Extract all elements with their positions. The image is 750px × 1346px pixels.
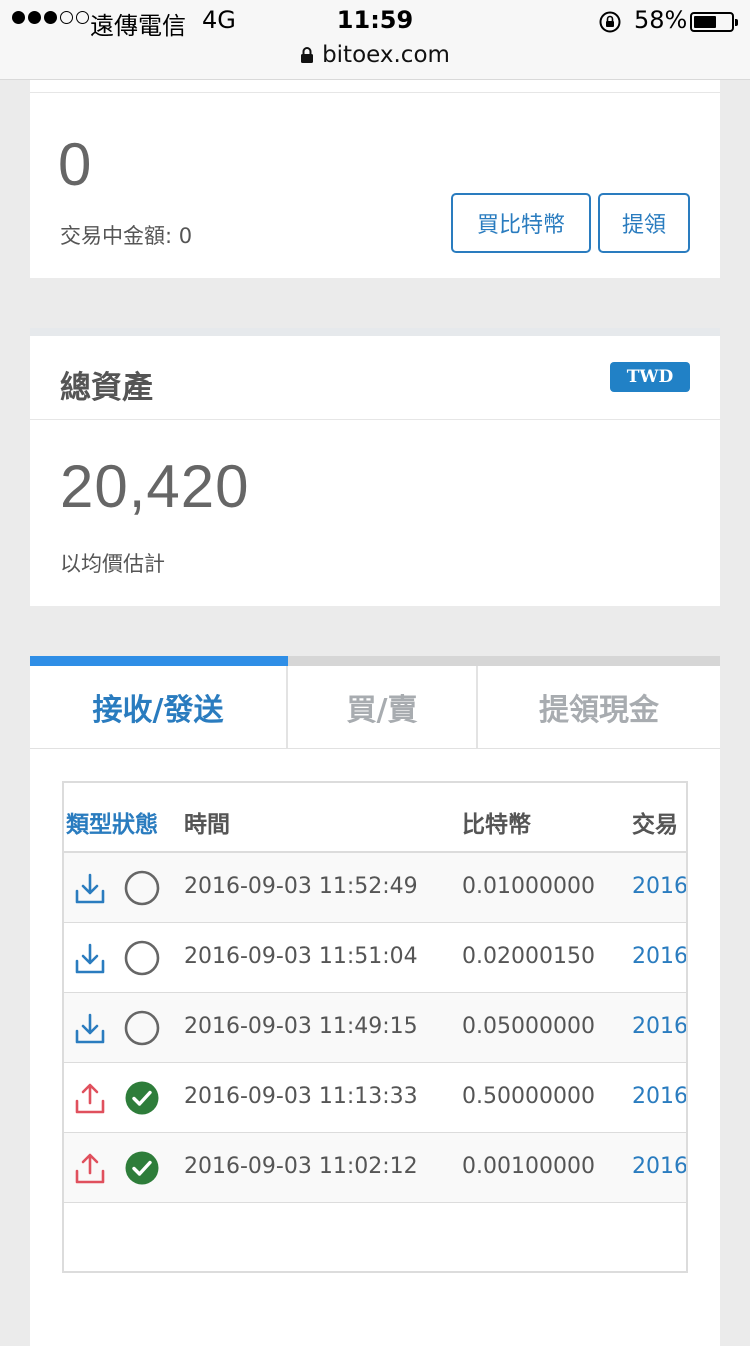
row-time: 2016-09-03 11:49:15 — [184, 1014, 418, 1039]
row-transaction-link[interactable]: 2016 — [632, 1154, 686, 1179]
estimate-note: 以均價估計 — [60, 552, 165, 576]
in-trade-amount: 交易中金額: 0 — [60, 224, 193, 248]
table-row[interactable]: 2016-09-03 11:51:04 0.02000150 2016 — [64, 923, 686, 993]
row-btc-amount: 0.00100000 — [462, 1154, 595, 1179]
tab-indicator-track — [288, 656, 720, 666]
check-circle-icon — [124, 1080, 160, 1116]
tab-buy-sell[interactable]: 買/賣 — [288, 666, 478, 748]
table-row[interactable]: 2016-09-03 11:02:12 0.00100000 2016 — [64, 1133, 686, 1203]
table-row[interactable]: 2016-09-03 11:52:49 0.01000000 2016 — [64, 853, 686, 923]
rotation-lock-icon — [599, 11, 621, 33]
balance-card: 0 交易中金額: 0 買比特幣 提領 — [30, 80, 720, 278]
address-bar[interactable]: bitoex.com — [0, 40, 750, 70]
header-type-status[interactable]: 類型狀態 — [66, 805, 158, 839]
download-tray-icon — [72, 871, 108, 907]
battery-icon — [690, 12, 738, 32]
row-transaction-link[interactable]: 2016 — [632, 1014, 686, 1039]
currency-badge: TWD — [610, 362, 690, 392]
row-btc-amount: 0.50000000 — [462, 1084, 595, 1109]
tab-withdraw-cash[interactable]: 提領現金 — [478, 666, 720, 748]
check-circle-icon — [124, 1150, 160, 1186]
status-bar: 遠傳電信 4G 11:59 58% bitoex.com — [0, 0, 750, 80]
header-btc: 比特幣 — [462, 812, 531, 838]
total-assets-title: 總資產 — [60, 370, 153, 406]
download-tray-icon — [72, 1011, 108, 1047]
transactions-table[interactable]: 類型狀態 時間 比特幣 交易 2016-09-03 11:52:49 0.0100… — [62, 781, 688, 1273]
table-row[interactable]: 2016-09-03 11:49:15 0.05000000 2016 — [64, 993, 686, 1063]
withdraw-button[interactable]: 提領 — [598, 193, 690, 253]
row-time: 2016-09-03 11:13:33 — [184, 1084, 418, 1109]
transactions-card: 接收/發送 買/賣 提領現金 類型狀態 時間 比特幣 交易 2016-09-03… — [30, 656, 720, 1346]
empty-circle-icon — [124, 870, 160, 906]
row-btc-amount: 0.01000000 — [462, 874, 595, 899]
header-time: 時間 — [184, 812, 230, 838]
status-row: 遠傳電信 4G 11:59 58% — [0, 4, 750, 40]
row-transaction-link[interactable]: 2016 — [632, 944, 686, 969]
row-transaction-link[interactable]: 2016 — [632, 1084, 686, 1109]
tab-bar: 接收/發送 買/賣 提領現金 — [30, 666, 720, 749]
empty-circle-icon — [124, 940, 160, 976]
battery-percent: 58% — [634, 6, 688, 34]
url-text: bitoex.com — [322, 42, 450, 68]
total-assets-value: 20,420 — [60, 453, 250, 520]
balance-amount: 0 — [58, 131, 92, 198]
download-tray-icon — [72, 941, 108, 977]
row-time: 2016-09-03 11:02:12 — [184, 1154, 418, 1179]
table-header: 類型狀態 時間 比特幣 交易 — [64, 783, 686, 853]
row-btc-amount: 0.02000150 — [462, 944, 595, 969]
header-transaction: 交易 — [632, 812, 678, 838]
row-btc-amount: 0.05000000 — [462, 1014, 595, 1039]
tab-receive-send[interactable]: 接收/發送 — [30, 666, 288, 748]
table-row[interactable]: 2016-09-03 11:13:33 0.50000000 2016 — [64, 1063, 686, 1133]
row-transaction-link[interactable]: 2016 — [632, 874, 686, 899]
upload-tray-icon — [72, 1151, 108, 1187]
tab-indicator-active — [30, 656, 288, 666]
total-assets-card: 總資產 TWD 20,420 以均價估計 — [30, 328, 720, 606]
row-time: 2016-09-03 11:51:04 — [184, 944, 418, 969]
upload-tray-icon — [72, 1081, 108, 1117]
secure-lock-icon — [301, 47, 314, 63]
buy-bitcoin-button[interactable]: 買比特幣 — [451, 193, 591, 253]
row-time: 2016-09-03 11:52:49 — [184, 874, 418, 899]
empty-circle-icon — [124, 1010, 160, 1046]
